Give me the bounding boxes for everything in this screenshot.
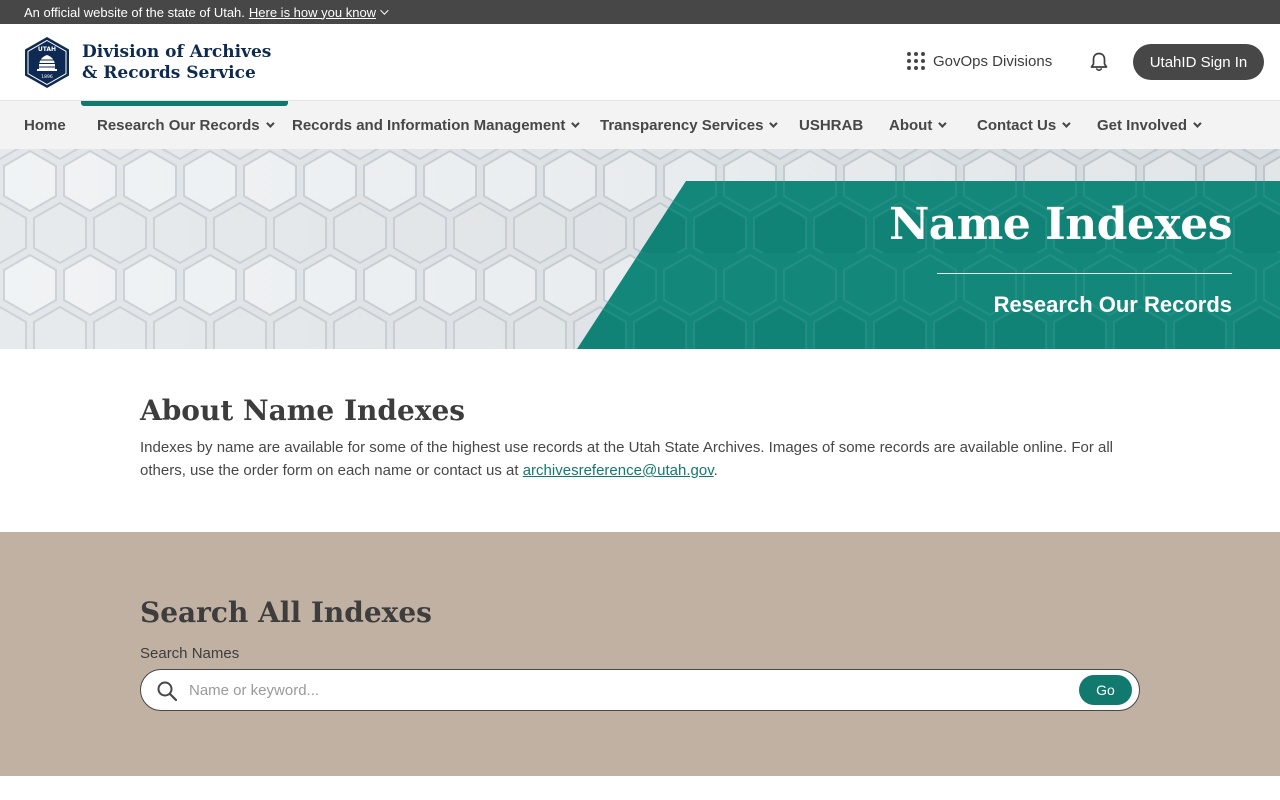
nav-item-records-information-management[interactable]: Records and Information Management xyxy=(292,101,581,149)
official-banner-text: An official website of the state of Utah… xyxy=(24,4,245,20)
nav-item-research-our-records[interactable]: Research Our Records xyxy=(81,101,288,149)
about-heading: About Name Indexes xyxy=(140,394,466,427)
page-bottom xyxy=(0,776,1280,800)
govops-label: GovOps Divisions xyxy=(933,52,1053,70)
nav-label: About xyxy=(889,116,933,134)
hero-divider xyxy=(937,273,1232,274)
grid-dots-icon xyxy=(907,52,925,70)
site-header: UTAH 1896 Division of Archives & Records… xyxy=(0,24,1280,101)
about-section: About Name Indexes Indexes by name are a… xyxy=(0,349,1280,532)
search-section: Search All Indexes Search Names Go xyxy=(0,532,1280,776)
site-title[interactable]: Division of Archives & Records Service xyxy=(82,42,271,84)
search-label: Search Names xyxy=(140,645,240,662)
nav-label: Home xyxy=(24,116,66,134)
utah-seal-logo[interactable]: UTAH 1896 xyxy=(24,36,70,89)
nav-item-get-involved[interactable]: Get Involved xyxy=(1097,101,1202,149)
nav-label: Transparency Services xyxy=(600,116,764,134)
chevron-down-icon xyxy=(1193,119,1202,128)
hero-banner: Name Indexes Research Our Records xyxy=(0,149,1280,349)
main-navigation: Home Research Our Records Records and In… xyxy=(0,101,1280,149)
nav-item-transparency-services[interactable]: Transparency Services xyxy=(600,101,779,149)
search-input[interactable] xyxy=(189,671,1069,709)
chevron-down-icon xyxy=(571,119,581,128)
chevron-down-icon xyxy=(380,6,389,15)
chevron-down-icon xyxy=(1062,119,1071,128)
nav-label: Contact Us xyxy=(977,116,1057,134)
page-title: Name Indexes xyxy=(889,199,1232,250)
email-link[interactable]: archivesreference@utah.gov xyxy=(523,462,714,479)
search-box: Go xyxy=(140,669,1140,711)
chevron-down-icon xyxy=(265,119,275,128)
govops-divisions-button[interactable]: GovOps Divisions xyxy=(907,52,1052,70)
nav-label: USHRAB xyxy=(799,116,864,134)
official-website-banner: An official website of the state of Utah… xyxy=(0,0,1280,24)
nav-label: Research Our Records xyxy=(97,116,260,134)
search-heading: Search All Indexes xyxy=(140,596,432,629)
nav-item-about[interactable]: About xyxy=(889,101,947,149)
nav-item-contact-us[interactable]: Contact Us xyxy=(977,101,1071,149)
how-you-know-label: Here is how you know xyxy=(248,4,377,20)
how-you-know-link[interactable]: Here is how you know xyxy=(248,4,389,20)
logo-utah-text: UTAH xyxy=(38,46,56,53)
about-body: Indexes by name are available for some o… xyxy=(140,436,1130,482)
chevron-down-icon xyxy=(769,119,779,128)
notification-bell-icon[interactable] xyxy=(1088,51,1110,73)
site-title-line2: & Records Service xyxy=(82,63,256,83)
nav-label: Get Involved xyxy=(1097,116,1188,134)
utahid-sign-in-button[interactable]: UtahID Sign In xyxy=(1133,44,1264,80)
go-button[interactable]: Go xyxy=(1079,675,1132,705)
search-icon xyxy=(157,681,178,702)
logo-year-text: 1896 xyxy=(41,74,53,80)
about-body-end: . xyxy=(713,462,718,479)
chevron-down-icon xyxy=(938,119,947,128)
site-title-line1: Division of Archives xyxy=(82,42,272,62)
nav-label: Records and Information Management xyxy=(292,116,566,134)
hero-subtitle: Research Our Records xyxy=(993,292,1232,317)
nav-item-ushrab[interactable]: USHRAB xyxy=(799,101,863,149)
nav-item-home[interactable]: Home xyxy=(24,101,66,149)
